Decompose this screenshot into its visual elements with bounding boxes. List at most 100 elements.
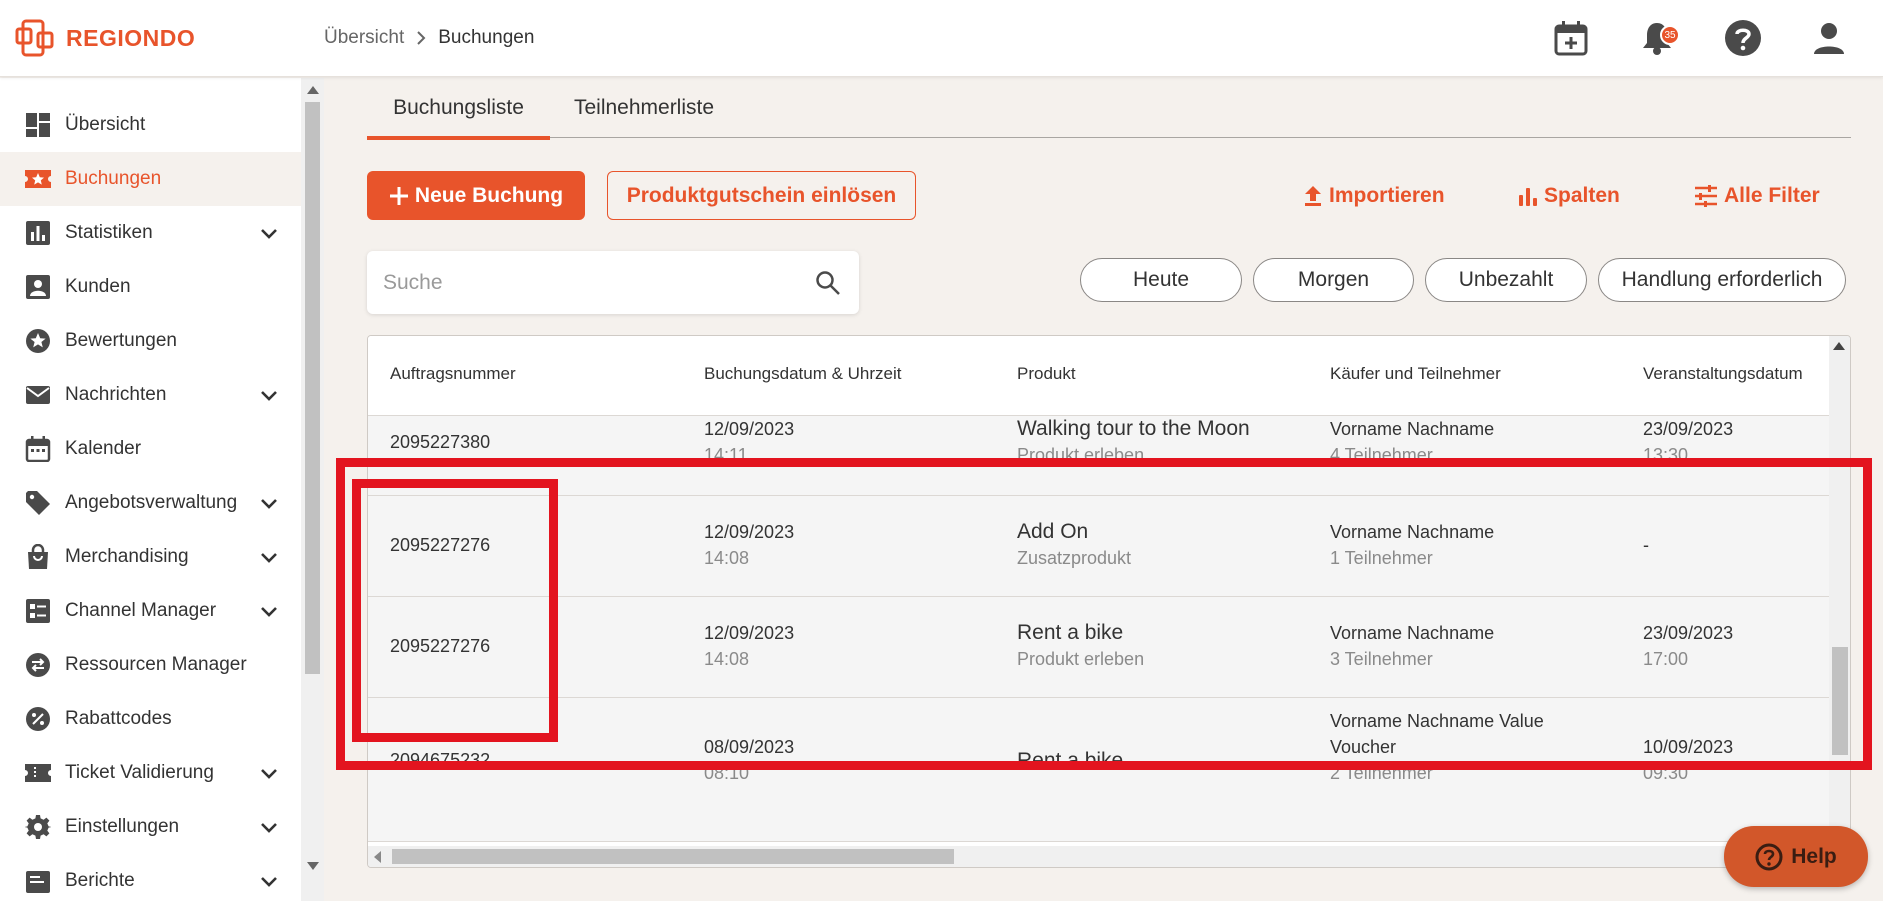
sidebar-item-kunden[interactable]: Kunden	[0, 260, 301, 314]
sidebar-item-rabattcodes[interactable]: Rabattcodes	[0, 692, 301, 746]
chevron-down-icon[interactable]	[258, 600, 280, 622]
participants: 1 Teilnehmer	[1330, 548, 1433, 568]
sidebar-item-buchungen[interactable]: Buchungen	[0, 152, 301, 206]
column-header-buyer[interactable]: Käufer und Teilnehmer	[1330, 364, 1501, 384]
participants: 4 Teilnehmer	[1330, 445, 1433, 465]
user-account-button[interactable]	[1809, 18, 1849, 58]
booking-date: 12/09/2023	[704, 419, 795, 439]
all-filters-button[interactable]: Alle Filter	[1694, 171, 1820, 220]
tab-teilnehmerliste[interactable]: Teilnehmerliste	[550, 77, 738, 138]
event-date: 23/09/2023	[1643, 419, 1734, 439]
sidebar-scrollbar[interactable]	[301, 78, 324, 901]
breadcrumb: Übersicht Buchungen	[324, 27, 534, 49]
import-button[interactable]: Importieren	[1303, 171, 1445, 220]
filter-chip-handlung-erforderlich[interactable]: Handlung erforderlich	[1598, 258, 1846, 302]
chevron-down-icon[interactable]	[258, 546, 280, 568]
calendar-icon	[24, 435, 52, 463]
buyer-name: Vorname Nachname	[1330, 623, 1495, 643]
participants: 2 Teilnehmer	[1330, 763, 1433, 783]
tab-label: Buchungsliste	[393, 95, 524, 119]
booking-time: 08:10	[704, 763, 750, 783]
scroll-up-arrow-icon[interactable]	[1833, 342, 1845, 350]
table-vertical-scrollbar[interactable]	[1829, 336, 1850, 848]
table-row[interactable]: 2094675232 08/09/2023 08:10 Rent a bike …	[368, 698, 1831, 842]
chevron-down-icon[interactable]	[258, 384, 280, 406]
buyer-name: Vorname Nachname	[1330, 522, 1495, 542]
sidebar-scroll-thumb[interactable]	[305, 102, 320, 674]
chevron-down-icon[interactable]	[258, 816, 280, 838]
table-row[interactable]: 2095227380 12/09/2023 14:11 Walking tour…	[368, 416, 1831, 496]
buyer-name-line2: Voucher	[1330, 737, 1397, 757]
table-horizontal-scrollbar[interactable]	[368, 846, 1831, 867]
chip-label: Unbezahlt	[1458, 268, 1554, 291]
regiondo-logo[interactable]: REGIONDO	[14, 17, 195, 59]
question-circle-icon	[1725, 20, 1761, 56]
sidebar-item-ressourcen-manager[interactable]: Ressourcen Manager	[0, 638, 301, 692]
scroll-left-arrow-icon[interactable]	[374, 851, 381, 863]
add-calendar-button[interactable]	[1551, 18, 1591, 58]
help-center-button[interactable]	[1723, 18, 1763, 58]
help-widget-button[interactable]: Help	[1724, 826, 1868, 887]
chevron-down-icon[interactable]	[258, 762, 280, 784]
chevron-down-icon[interactable]	[258, 222, 280, 244]
scroll-down-arrow-icon[interactable]	[307, 862, 319, 870]
notifications-button[interactable]: 35	[1637, 18, 1680, 58]
table-row[interactable]: 2095227276 12/09/2023 14:08 Add On Zusat…	[368, 496, 1831, 597]
column-header-booking-date[interactable]: Buchungsdatum & Uhrzeit	[704, 364, 902, 384]
filter-chip-unbezahlt[interactable]: Unbezahlt	[1425, 258, 1587, 302]
sidebar-item-merchandising[interactable]: Merchandising	[0, 530, 301, 584]
participants: 3 Teilnehmer	[1330, 649, 1433, 669]
new-booking-button[interactable]: Neue Buchung	[367, 171, 585, 220]
sidebar-item-angebotsverwaltung[interactable]: Angebotsverwaltung	[0, 476, 301, 530]
column-header-product[interactable]: Produkt	[1017, 364, 1076, 384]
sidebar-item-ticket-validierung[interactable]: Ticket Validierung	[0, 746, 301, 800]
order-number[interactable]: 2095227380	[390, 432, 490, 453]
top-bar: REGIONDO Übersicht Buchungen 35	[0, 0, 1883, 77]
search-field[interactable]: Suche	[367, 251, 859, 314]
scroll-up-arrow-icon[interactable]	[307, 86, 319, 94]
sidebar-item-bewertungen[interactable]: Bewertungen	[0, 314, 301, 368]
chevron-down-icon[interactable]	[258, 870, 280, 892]
redeem-voucher-button[interactable]: Produktgutschein einlösen	[607, 171, 916, 220]
table-row[interactable]: 2095227276 12/09/2023 14:08 Rent a bike …	[368, 597, 1831, 698]
shopping-bag-icon	[24, 543, 52, 571]
sidebar-item-channel-manager[interactable]: Channel Manager	[0, 584, 301, 638]
sidebar-item-kalender[interactable]: Kalender	[0, 422, 301, 476]
brand-name: REGIONDO	[66, 24, 196, 51]
event-date: 10/09/2023	[1643, 737, 1734, 757]
sidebar-item-label: Kunden	[65, 276, 131, 297]
table-vertical-scroll-thumb[interactable]	[1832, 647, 1848, 755]
table-horizontal-scroll-thumb[interactable]	[392, 849, 954, 864]
sidebar-item-berichte[interactable]: Berichte	[0, 854, 301, 901]
order-number[interactable]: 2095227276	[390, 636, 490, 657]
report-icon	[24, 867, 52, 895]
product-type: Produkt erleben	[1017, 649, 1145, 669]
product-name: Walking tour to the Moon	[1017, 417, 1250, 440]
booking-date: 08/09/2023	[704, 737, 795, 757]
order-number[interactable]: 2094675232	[390, 750, 490, 771]
sidebar-item-einstellungen[interactable]: Einstellungen	[0, 800, 301, 854]
columns-bar-icon	[1519, 187, 1537, 206]
breadcrumb-parent[interactable]: Übersicht	[324, 27, 404, 49]
search-icon[interactable]	[815, 270, 841, 296]
buyer-name: Vorname Nachname Value	[1330, 711, 1544, 731]
sidebar-item-statistiken[interactable]: Statistiken	[0, 206, 301, 260]
sidebar-item-nachrichten[interactable]: Nachrichten	[0, 368, 301, 422]
columns-button[interactable]: Spalten	[1518, 171, 1620, 220]
buyer-name: Vorname Nachname	[1330, 419, 1495, 439]
tune-icon	[1695, 184, 1717, 207]
all-filters-label: Alle Filter	[1724, 183, 1820, 207]
tab-buchungsliste[interactable]: Buchungsliste	[367, 77, 550, 140]
chevron-down-icon[interactable]	[258, 492, 280, 514]
booking-time: 14:08	[704, 649, 750, 669]
search-placeholder: Suche	[383, 271, 443, 294]
column-header-event-date[interactable]: Veranstaltungsdatum	[1643, 364, 1803, 384]
filter-chip-morgen[interactable]: Morgen	[1253, 258, 1414, 302]
column-header-order-number[interactable]: Auftragsnummer	[390, 364, 516, 384]
notification-count-badge: 35	[1660, 25, 1680, 45]
table-header: Auftragsnummer Buchungsdatum & Uhrzeit P…	[368, 336, 1831, 416]
order-number[interactable]: 2095227276	[390, 535, 490, 556]
chevron-right-icon	[417, 31, 426, 45]
filter-chip-heute[interactable]: Heute	[1080, 258, 1242, 302]
sidebar-item-übersicht[interactable]: Übersicht	[0, 98, 301, 152]
